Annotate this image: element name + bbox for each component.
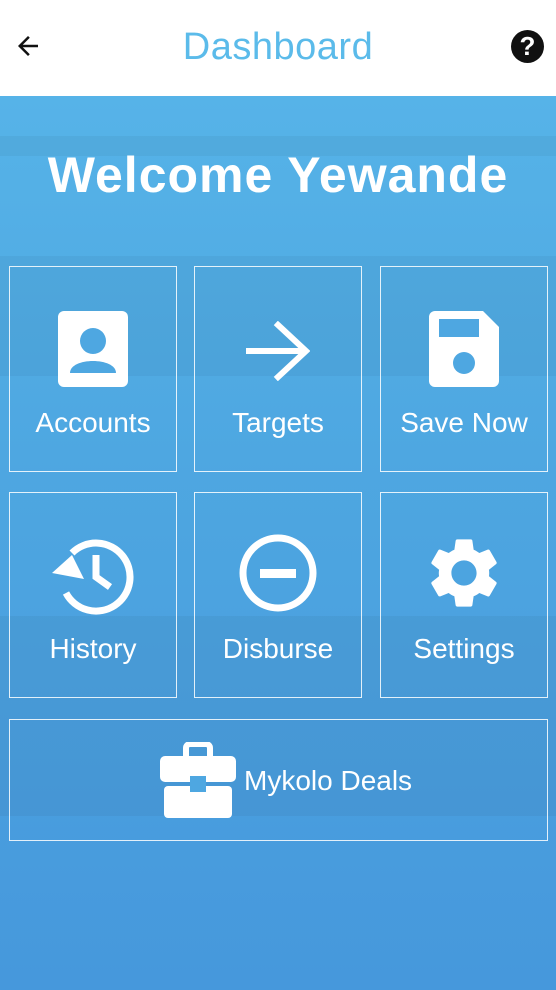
arrow-right-icon: [246, 321, 310, 381]
targets-tile[interactable]: Targets: [194, 266, 362, 472]
targets-label: Targets: [232, 407, 324, 438]
history-tile[interactable]: History: [9, 492, 177, 698]
minus-circle-icon: [239, 534, 317, 612]
accounts-label: Accounts: [35, 407, 151, 438]
save-now-tile[interactable]: Save Now: [380, 266, 548, 472]
settings-tile[interactable]: Settings: [380, 492, 548, 698]
page-title: Dashboard: [182, 26, 374, 68]
disburse-tile[interactable]: Disburse: [194, 492, 362, 698]
disburse-label: Disburse: [222, 633, 334, 664]
account-box-icon: [58, 311, 128, 387]
gear-icon: [431, 539, 497, 607]
save-now-label: Save Now: [400, 407, 528, 438]
mykolo-deals-label: Mykolo Deals: [244, 765, 413, 796]
history-label: History: [49, 633, 137, 664]
history-icon: [52, 539, 134, 615]
top-bar: Dashboard ?: [0, 0, 556, 96]
help-icon[interactable]: ?: [511, 30, 544, 63]
settings-label: Settings: [413, 633, 515, 664]
accounts-tile[interactable]: Accounts: [9, 266, 177, 472]
floppy-disk-icon: [429, 311, 499, 387]
welcome-heading: Welcome Yewande: [47, 147, 509, 203]
briefcase-icon: [160, 742, 236, 818]
